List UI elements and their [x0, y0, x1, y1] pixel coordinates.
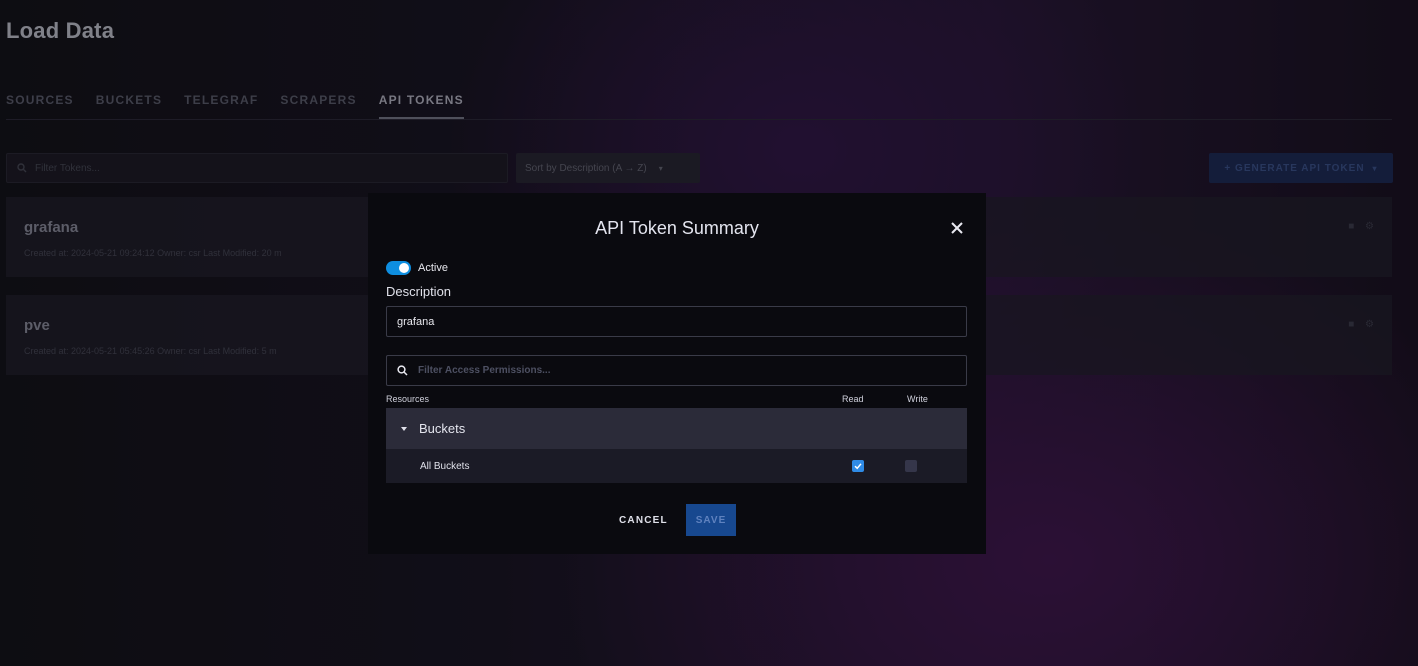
buckets-group-header[interactable]: Buckets: [386, 408, 967, 449]
active-label: Active: [418, 262, 448, 274]
filter-permissions-input[interactable]: [416, 364, 940, 377]
permission-row-label: All Buckets: [420, 460, 470, 472]
cancel-button[interactable]: CANCEL: [619, 504, 668, 536]
read-checkbox[interactable]: [852, 460, 864, 472]
caret-down-icon: [401, 426, 407, 431]
active-toggle[interactable]: [386, 261, 411, 275]
permission-row: All Buckets: [386, 449, 967, 483]
toggle-knob: [399, 263, 409, 273]
search-icon: [397, 365, 408, 376]
description-label: Description: [386, 284, 452, 299]
column-header-resources: Resources: [386, 394, 430, 404]
filter-permissions-field[interactable]: [386, 355, 967, 386]
column-header-read: Read: [842, 394, 864, 404]
close-icon[interactable]: [946, 217, 968, 239]
save-button[interactable]: SAVE: [686, 504, 736, 536]
api-token-summary-dialog: API Token Summary Active Description Res…: [368, 193, 986, 554]
write-checkbox[interactable]: [905, 460, 917, 472]
checkmark-icon: [854, 463, 862, 470]
dialog-title: API Token Summary: [595, 218, 759, 238]
description-field[interactable]: [386, 306, 967, 337]
column-header-write: Write: [907, 394, 928, 404]
active-toggle-row: Active: [386, 261, 448, 275]
buckets-group-label: Buckets: [419, 421, 466, 436]
